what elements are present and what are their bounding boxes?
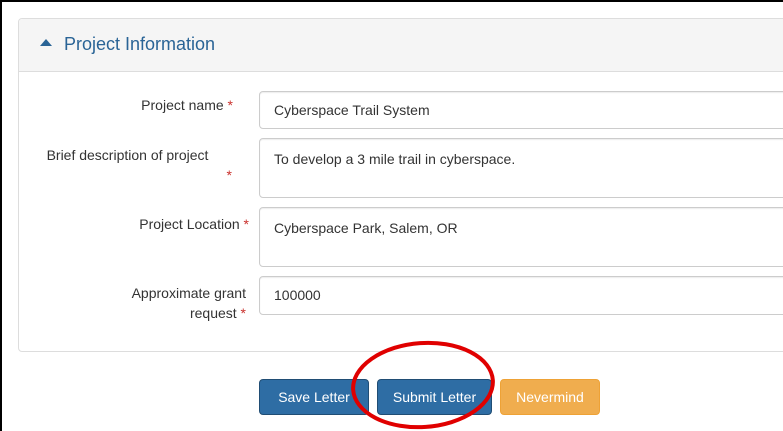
save-letter-button[interactable]: Save Letter [259,379,369,415]
project-name-input[interactable]: Cyberspace Trail System [259,91,783,129]
description-label: Brief description of project * [46,147,232,183]
caret-up-icon[interactable] [40,39,52,46]
grant-request-label: Approximate grant request * [131,285,246,321]
description-textarea[interactable]: To develop a 3 mile trail in cyberspace. [259,138,783,198]
project-location-textarea[interactable]: Cyberspace Park, Salem, OR [259,207,783,267]
project-name-label: Project name * [141,97,233,113]
required-marker: * [243,216,249,232]
submit-letter-button[interactable]: Submit Letter [377,379,492,415]
required-marker: * [227,97,233,113]
project-location-label: Project Location * [139,216,249,232]
nevermind-button[interactable]: Nevermind [500,379,600,415]
panel-heading[interactable]: Project Information [19,19,783,72]
required-marker: * [226,167,232,183]
grant-request-input[interactable]: 100000 [259,276,783,315]
required-marker: * [240,305,246,321]
panel-title: Project Information [64,34,216,54]
